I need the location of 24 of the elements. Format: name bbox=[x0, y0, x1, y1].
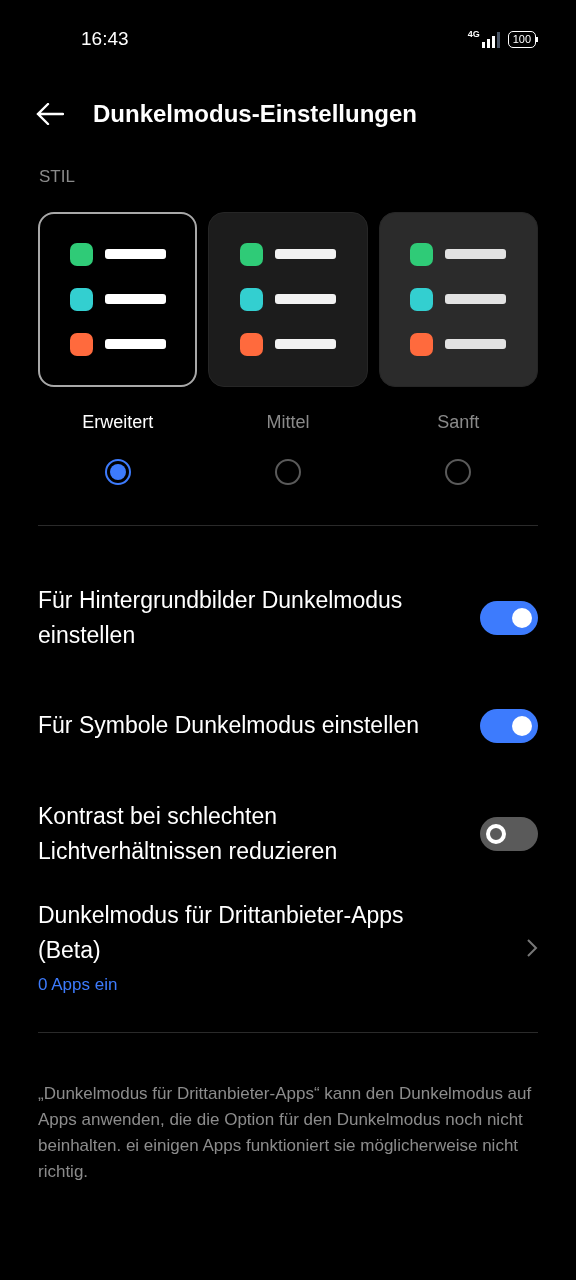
setting-label: Für Symbole Dunkelmodus einstellen bbox=[38, 711, 419, 740]
radio-button[interactable] bbox=[275, 458, 301, 485]
style-preview-card[interactable] bbox=[378, 211, 538, 387]
toggle-switch[interactable] bbox=[480, 708, 538, 743]
footer-note: „Dunkelmodus für Drittanbieter-Apps“ kann den Dunkelmodus auf Apps anwenden, die die Option für den Dunkelmodus noch nicht beinhalten. ei einigen Apps funktioniert sie möglicherweise nicht richtig. bbox=[37, 1082, 533, 1183]
section-label: STIL bbox=[38, 166, 76, 188]
style-label: Erweitert bbox=[82, 410, 154, 434]
setting-label: Dunkelmodus für Drittanbieter-Apps (Beta) bbox=[38, 900, 405, 965]
chevron-right-icon[interactable] bbox=[526, 937, 538, 958]
radio-button[interactable] bbox=[445, 458, 472, 485]
back-icon[interactable] bbox=[36, 103, 64, 125]
radio-button[interactable] bbox=[104, 458, 131, 485]
style-preview-card[interactable] bbox=[208, 211, 368, 387]
battery-icon: 100 bbox=[507, 30, 538, 48]
status-time: 16:43 bbox=[81, 26, 129, 51]
setting-label: Für Hintergrundbilder Dunkelmodus einstellen bbox=[38, 585, 404, 650]
style-label: Sanft bbox=[437, 410, 480, 434]
style-preview-card[interactable] bbox=[38, 211, 198, 387]
toggle-switch[interactable] bbox=[480, 816, 538, 851]
toggle-switch[interactable] bbox=[480, 600, 538, 635]
setting-subtitle: 0 Apps ein bbox=[38, 973, 119, 996]
style-label: Mittel bbox=[266, 410, 310, 434]
page-title: Dunkelmodus-Einstellungen bbox=[93, 99, 418, 129]
setting-label: Kontrast bei schlechten Lichtverhältnissen reduzieren bbox=[38, 801, 339, 866]
